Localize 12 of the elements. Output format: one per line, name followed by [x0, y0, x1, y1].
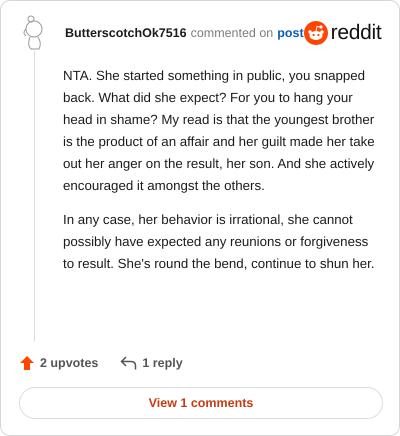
upvote-count: 2 upvotes [40, 356, 98, 370]
action-text: commented on [190, 26, 274, 40]
reply-icon[interactable] [120, 356, 138, 370]
alien-icon [304, 21, 328, 45]
reply-count: 1 reply [142, 356, 183, 370]
username[interactable]: ButterscotchOk7516 [65, 26, 187, 40]
view-comments-button[interactable]: View 1 comments [19, 387, 383, 419]
comment-paragraph: In any case, her behavior is irrational, she cannot possibly have expected any reunions or forgiveness to result. She's round the bend, continue to shun her. [63, 211, 376, 273]
brand-name: reddit [330, 21, 382, 45]
post-link[interactable]: post [277, 26, 304, 40]
comment-paragraph: NTA. She started something in public, you snapped back. What did she expect? For you to hang your head in shame? My read is that the youngest brother is the product of an affair and her guilt made her take out her anger on the result, her son. And she actively encouraged it amongst the others. [63, 67, 376, 195]
upvote-icon[interactable] [19, 355, 35, 371]
